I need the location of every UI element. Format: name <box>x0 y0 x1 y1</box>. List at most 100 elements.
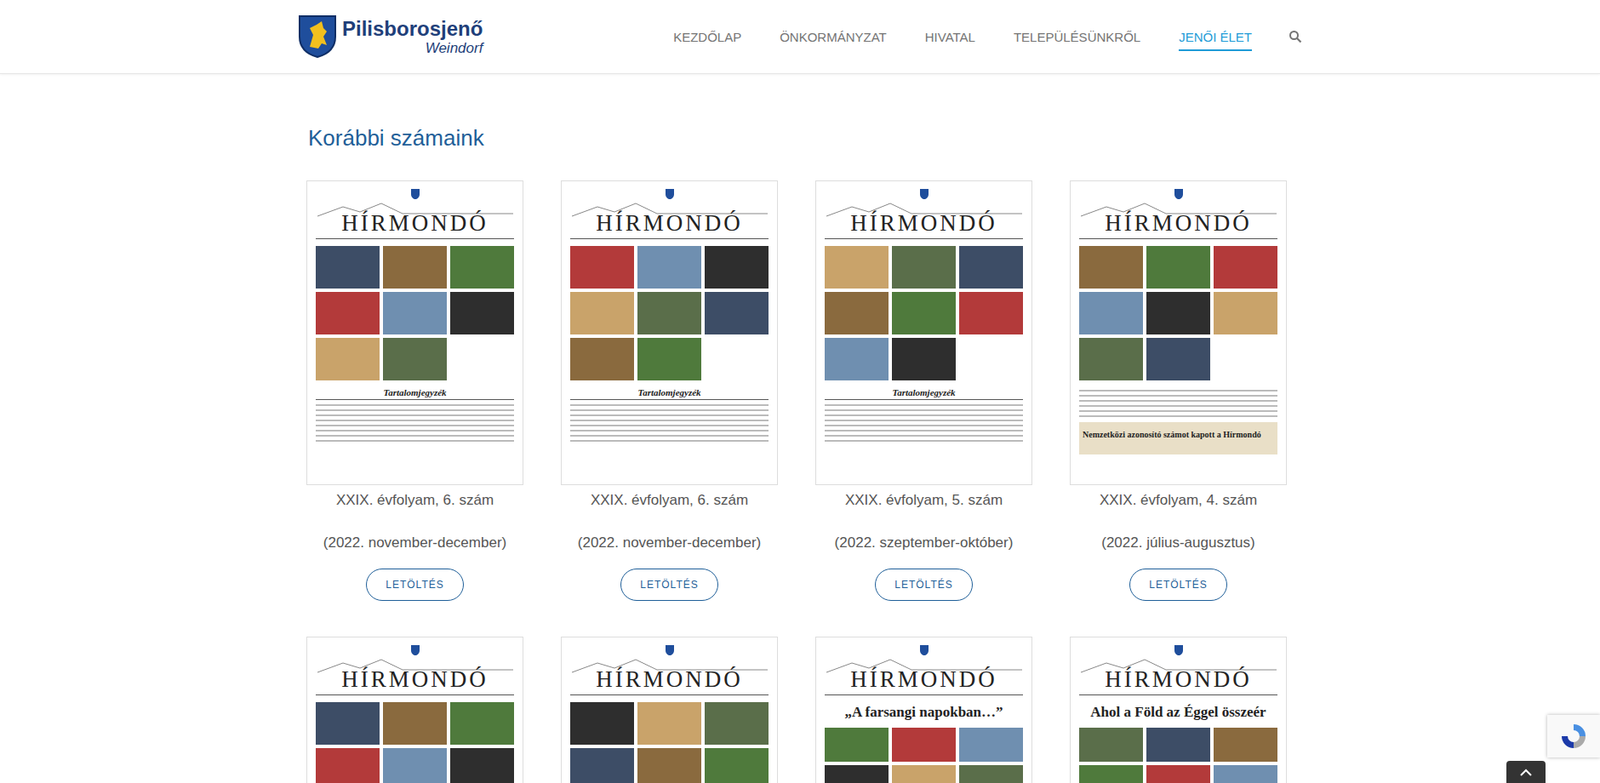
nav-item[interactable]: HIVATAL <box>925 22 976 52</box>
cover-photo <box>891 765 956 783</box>
download-button[interactable]: LETÖLTÉS <box>365 568 463 601</box>
search-icon[interactable] <box>1288 29 1303 44</box>
nav-item[interactable]: KEZDŐLAP <box>673 22 742 52</box>
issue-cover[interactable]: HÍRMONDÓ Nemzetközi azonosító számot kapo… <box>1069 180 1287 486</box>
recaptcha-icon <box>1559 721 1589 751</box>
issue-card: HÍRMONDÓ <box>560 636 778 783</box>
scroll-top-button[interactable] <box>1506 760 1546 783</box>
issue-card: HÍRMONDÓ Tartalomjegyzék XXIX. évfolyam, 6… <box>306 180 524 601</box>
section-title: Korábbi számaink <box>308 125 1294 152</box>
cover-photo <box>315 291 380 335</box>
issue-card: HÍRMONDÓ „A farsangi napokban…” <box>815 636 1033 783</box>
cover-photo <box>1079 337 1143 381</box>
issue-cover[interactable]: HÍRMONDÓAhol a Föld az Éggel összeér <box>1069 636 1287 783</box>
cover-photo <box>704 291 769 335</box>
cover-toc: Tartalomjegyzék <box>824 387 1023 442</box>
cover-masthead: HÍRMONDÓ <box>1079 188 1278 240</box>
cover-photo <box>637 291 702 335</box>
issue-cover[interactable]: HÍRMONDÓ Tartalomjegyzék <box>815 180 1033 486</box>
crest-icon <box>1173 188 1184 200</box>
cover-photo <box>1213 291 1278 335</box>
recaptcha-badge[interactable] <box>1547 714 1600 758</box>
cover-photo <box>637 337 702 381</box>
nav-item[interactable]: JENŐI ÉLET <box>1178 22 1252 52</box>
issue-cover[interactable]: HÍRMONDÓ Tartalomjegyzék <box>560 180 778 486</box>
cover-photos <box>570 702 769 783</box>
cover-masthead: HÍRMONDÓ <box>570 644 769 696</box>
cover-masthead: HÍRMONDÓ <box>315 644 515 696</box>
main-nav: KEZDŐLAP ÖNKORMÁNYZAT HIVATAL TELEPÜLÉSÜNKR… <box>673 0 1303 74</box>
issue-volume: XXIX. évfolyam, 5. szám <box>845 491 1003 509</box>
cover-photos <box>1079 727 1278 783</box>
issue-volume: XXIX. évfolyam, 6. szám <box>336 491 494 509</box>
cover-photo <box>824 727 889 762</box>
nav-item[interactable]: ÖNKORMÁNYZAT <box>779 22 887 52</box>
download-button[interactable]: LETÖLTÉS <box>620 568 718 601</box>
download-button[interactable]: LETÖLTÉS <box>1129 568 1227 601</box>
content: Korábbi számaink HÍRMONDÓ Tartalomjegyzék X… <box>306 74 1294 783</box>
cover-photo <box>1213 765 1278 783</box>
cover-photo <box>891 337 956 381</box>
nav-item[interactable]: TELEPÜLÉSÜNKRŐL <box>1013 22 1141 52</box>
cover-photo <box>450 291 515 335</box>
cover-photo <box>1146 291 1211 335</box>
issue-period: (2022. július-augusztus) <box>1101 534 1255 552</box>
issue-cover[interactable]: HÍRMONDÓ <box>306 636 524 783</box>
cover-photo <box>824 337 889 381</box>
cover-masthead: HÍRMONDÓ <box>315 188 515 240</box>
cover-masthead: HÍRMONDÓ <box>824 188 1023 240</box>
issue-volume: XXIX. évfolyam, 6. szám <box>590 491 749 509</box>
cover-photo <box>570 702 635 745</box>
cover-photos <box>824 727 1023 783</box>
cover-toc: Tartalomjegyzék <box>570 387 769 442</box>
cover-photo <box>315 748 380 783</box>
cover-headline: „A farsangi napokban…” <box>824 703 1023 721</box>
cover-photo <box>450 748 515 783</box>
download-button[interactable]: LETÖLTÉS <box>874 568 972 601</box>
cover-photos <box>315 702 515 783</box>
cover-photo <box>382 337 447 381</box>
cover-masthead: HÍRMONDÓ <box>570 188 769 240</box>
cover-photo <box>382 245 447 289</box>
cover-photo <box>382 748 447 783</box>
cover-photo <box>1079 291 1143 335</box>
cover-photo <box>891 291 956 335</box>
cover-photo <box>1146 765 1211 783</box>
cover-photo <box>1146 727 1211 762</box>
cover-banner: Nemzetközi azonosító számot kapott a Hír… <box>1079 385 1278 455</box>
issue-grid: HÍRMONDÓ Tartalomjegyzék XXIX. évfolyam, 6… <box>306 180 1294 601</box>
cover-photo <box>1079 765 1143 783</box>
crest-icon <box>664 644 675 657</box>
crest-icon <box>410 644 421 657</box>
cover-photo <box>570 748 635 783</box>
logo[interactable]: PilisborosjenőWeindorf <box>297 14 483 59</box>
cover-photo <box>450 245 515 289</box>
cover-photo <box>1213 245 1278 289</box>
chevron-up-icon <box>1520 768 1532 777</box>
cover-photo <box>637 748 702 783</box>
cover-toc: Tartalomjegyzék <box>315 387 515 442</box>
cover-photo <box>315 337 380 381</box>
issue-period: (2022. november-december) <box>323 534 507 552</box>
issue-cover[interactable]: HÍRMONDÓ <box>560 636 778 783</box>
cover-headline: Ahol a Föld az Éggel összeér <box>1079 703 1278 721</box>
cover-photo <box>1213 727 1278 762</box>
cover-masthead: HÍRMONDÓ <box>824 644 1023 696</box>
issue-cover[interactable]: HÍRMONDÓ Tartalomjegyzék <box>306 180 524 486</box>
cover-photo <box>824 291 889 335</box>
crest-icon <box>664 188 675 200</box>
logo-name: Pilisborosjenő <box>342 18 483 40</box>
issue-cover[interactable]: HÍRMONDÓ „A farsangi napokban…” <box>815 636 1033 783</box>
crest-icon <box>919 188 930 200</box>
cover-photo <box>315 702 380 745</box>
cover-photo <box>1146 245 1211 289</box>
issue-card: HÍRMONDÓ Tartalomjegyzék XXIX. évfolyam, 6… <box>560 180 778 601</box>
issue-period: (2022. szeptember-október) <box>834 534 1014 552</box>
issue-card: HÍRMONDÓ <box>306 636 524 783</box>
logo-subtitle: Weindorf <box>425 40 484 56</box>
cover-photo <box>315 245 380 289</box>
cover-photo <box>891 727 956 762</box>
cover-photos <box>570 245 769 381</box>
crest-icon <box>919 644 930 657</box>
cover-photo <box>824 765 889 783</box>
